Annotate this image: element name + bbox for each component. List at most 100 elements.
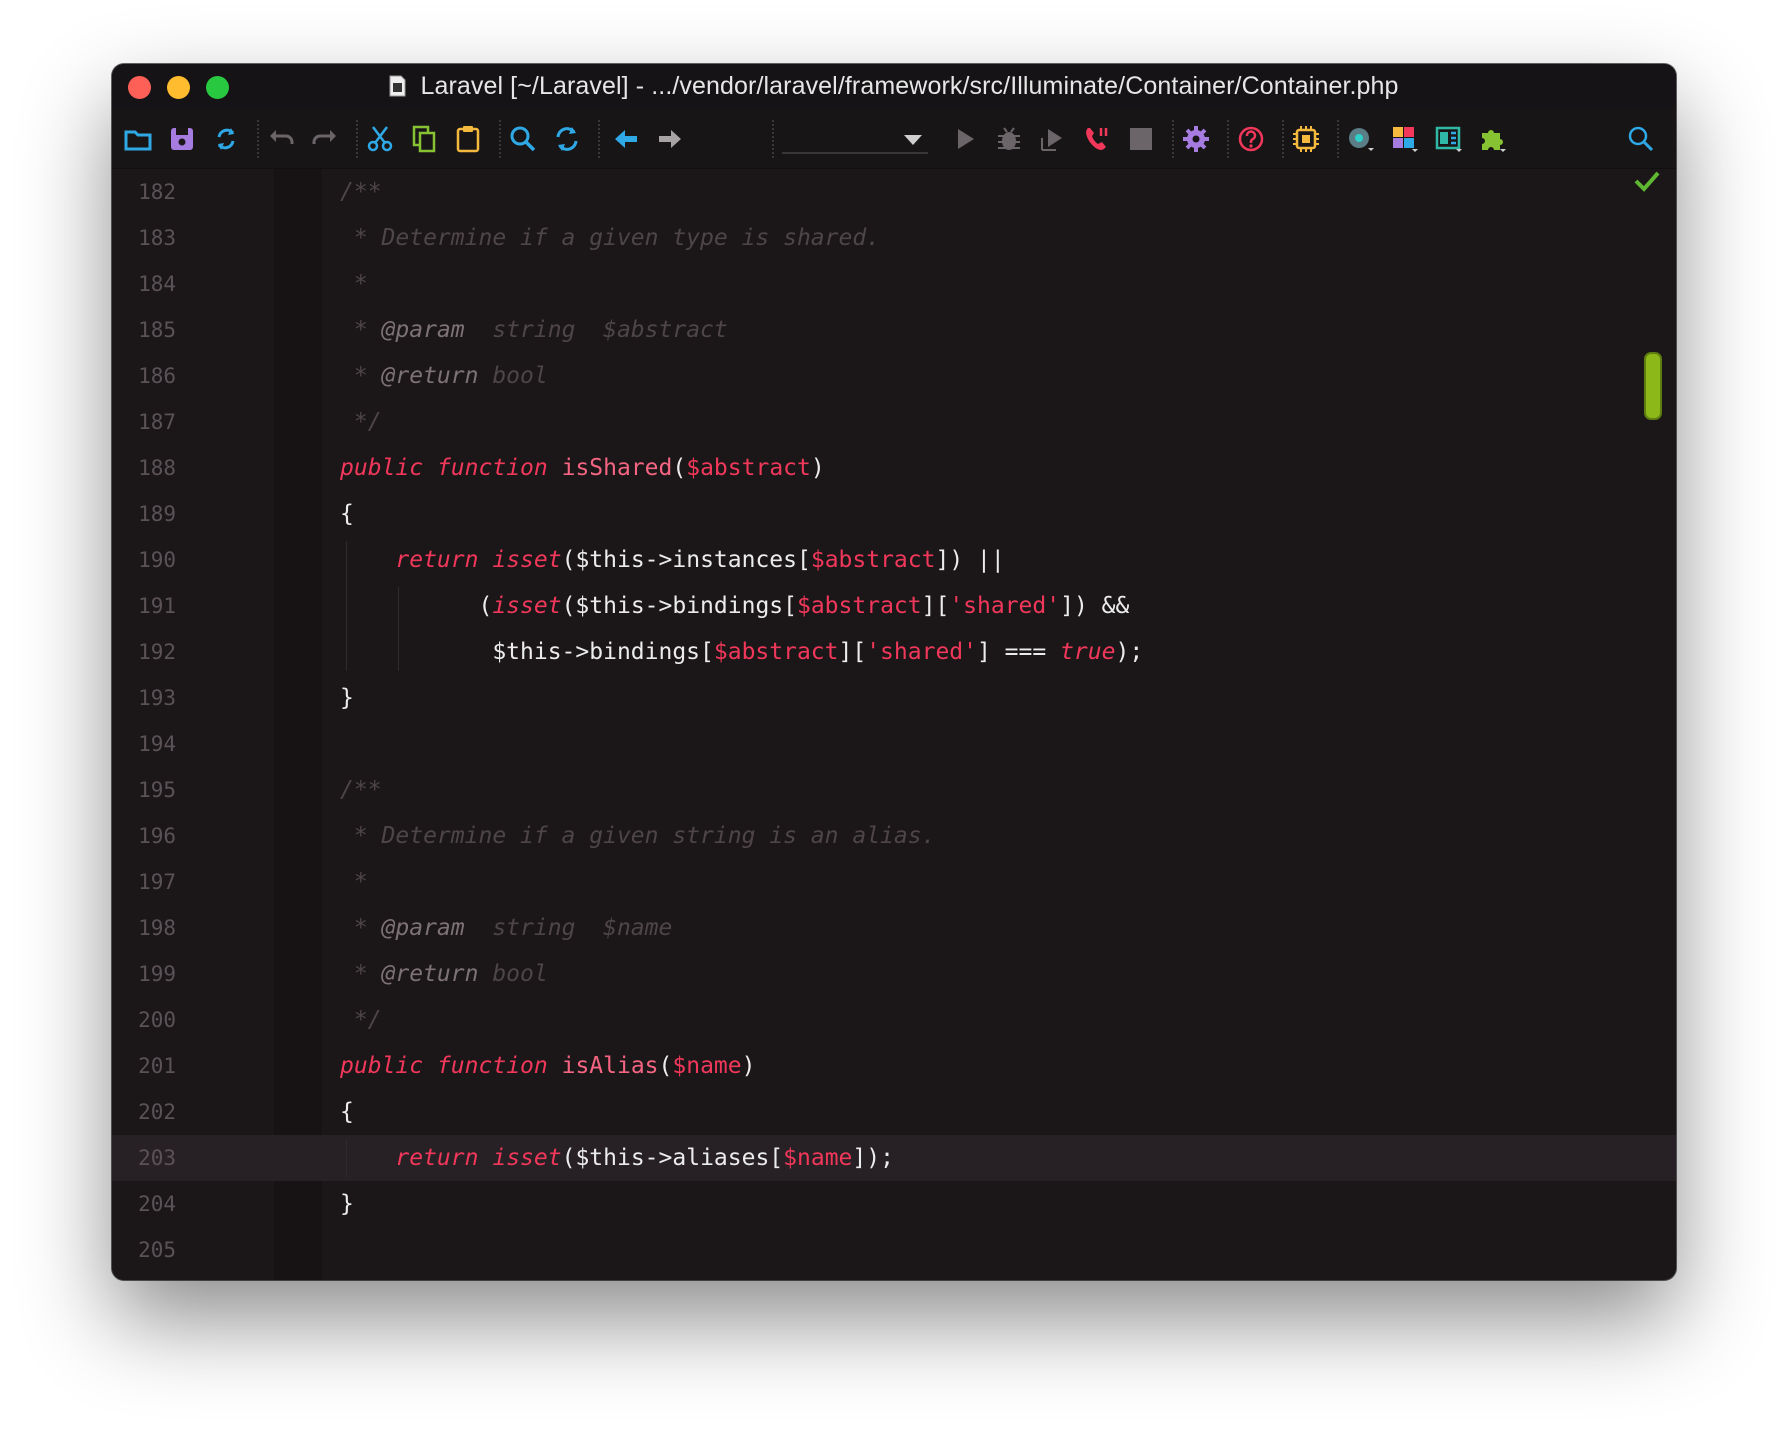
code-line[interactable]: 197 * (112, 859, 1676, 905)
run-config-select[interactable] (782, 126, 928, 154)
vcs-icon[interactable] (1344, 122, 1378, 156)
panel-icon[interactable] (1432, 122, 1466, 156)
code-line[interactable]: 196 * Determine if a given string is an … (112, 813, 1676, 859)
code-text: /** (340, 767, 382, 813)
checkmark-icon (1634, 171, 1660, 192)
code-text: * Determine if a given string is an alia… (340, 813, 936, 859)
code-line[interactable]: 194 (112, 721, 1676, 767)
line-number: 202 (138, 1100, 176, 1124)
phone-listen-icon[interactable] (1080, 122, 1114, 156)
code-line[interactable]: 205 (112, 1227, 1676, 1273)
line-number: 185 (138, 318, 176, 342)
indent-guide (346, 1139, 347, 1177)
line-number: 201 (138, 1054, 176, 1078)
save-icon[interactable] (165, 122, 199, 156)
code-line[interactable]: 187 */ (112, 399, 1676, 445)
search-icon[interactable] (506, 122, 540, 156)
stop-icon[interactable] (1124, 122, 1158, 156)
plugins-icon[interactable] (1476, 122, 1510, 156)
code-token: ) (810, 455, 825, 481)
code-line[interactable]: 182 /** (112, 169, 1676, 215)
code-token: $abstract (713, 639, 839, 665)
code-text: { (340, 491, 354, 537)
code-text: */ (340, 997, 382, 1043)
sync-icon[interactable] (209, 122, 243, 156)
code-token: } (340, 685, 354, 711)
code-token: 'shared' (949, 593, 1061, 619)
redo-icon[interactable] (308, 122, 342, 156)
code-text: public function isAlias($name) (340, 1043, 756, 1089)
code-text: * (340, 261, 368, 307)
code-line[interactable]: 193} (112, 675, 1676, 721)
help-icon[interactable] (1234, 122, 1268, 156)
code-text: * @return bool (340, 353, 548, 399)
title-bar: Laravel [~/Laravel] - .../vendor/laravel… (112, 64, 1676, 108)
cut-icon[interactable] (363, 122, 397, 156)
code-token: @return (381, 363, 479, 389)
code-line[interactable]: 186 * @return bool (112, 353, 1676, 399)
layout-icon[interactable] (1388, 122, 1422, 156)
code-token: $name (672, 1053, 742, 1079)
code-token: ( (658, 1053, 673, 1079)
code-token: ($this->instances[ (561, 547, 811, 573)
code-token: $name (783, 1145, 853, 1171)
code-token: $abstract (810, 547, 936, 573)
code-line[interactable]: 204} (112, 1181, 1676, 1227)
code-line[interactable]: 185 * @param string $abstract (112, 307, 1676, 353)
code-line[interactable]: 202 { (112, 1089, 1676, 1135)
code-token: isset (492, 1145, 562, 1171)
line-number: 182 (138, 180, 176, 204)
replace-icon[interactable] (550, 122, 584, 156)
code-line[interactable]: 201 public function isAlias($name) (112, 1043, 1676, 1089)
run-icon[interactable] (948, 122, 982, 156)
line-number: 194 (138, 732, 176, 756)
chevron-down-icon (904, 135, 922, 145)
run-to-cursor-icon[interactable] (1036, 122, 1070, 156)
window-title: Laravel [~/Laravel] - .../vendor/laravel… (420, 71, 1399, 100)
code-token: /** (340, 777, 382, 803)
code-text: (isset($this->bindings[$abstract]['share… (340, 583, 1129, 629)
line-number: 184 (138, 272, 176, 296)
code-line[interactable]: 183 * Determine if a given type is share… (112, 215, 1676, 261)
code-editor[interactable]: 182 /** 183 * Determine if a given type is… (112, 169, 1676, 1280)
code-token: $this->bindings[ (340, 639, 714, 665)
code-token: bool (478, 363, 548, 389)
line-number: 192 (138, 640, 176, 664)
code-line[interactable]: 199 * @return bool (112, 951, 1676, 997)
copy-icon[interactable] (407, 122, 441, 156)
code-line[interactable]: 198 * @param string $name (112, 905, 1676, 951)
code-token: ][ (838, 639, 867, 665)
code-line[interactable]: 189 { (112, 491, 1676, 537)
line-number: 205 (138, 1238, 176, 1262)
folder-open-icon[interactable] (121, 122, 155, 156)
line-number: 195 (138, 778, 176, 802)
code-token: /** (340, 179, 382, 205)
cpu-icon[interactable] (1289, 122, 1323, 156)
forward-icon[interactable] (653, 122, 687, 156)
code-line[interactable]: 184 * (112, 261, 1676, 307)
indent-guide (346, 541, 347, 671)
code-token: */ (340, 409, 382, 435)
code-token: true (1060, 639, 1116, 665)
debug-icon[interactable] (992, 122, 1026, 156)
code-line[interactable]: 200 */ (112, 997, 1676, 1043)
paste-icon[interactable] (451, 122, 485, 156)
code-text: } (340, 675, 354, 721)
search-everywhere-icon[interactable] (1624, 122, 1658, 156)
settings-icon[interactable] (1179, 122, 1213, 156)
code-line[interactable]: 188 public function isShared($abstract) (112, 445, 1676, 491)
indent-guide (398, 587, 399, 671)
line-number: 200 (138, 1008, 176, 1032)
code-token: return (395, 547, 479, 573)
back-icon[interactable] (609, 122, 643, 156)
code-token: function (436, 1053, 548, 1079)
code-token: isset (492, 547, 562, 573)
scroll-marker[interactable] (1644, 352, 1662, 420)
code-token: ); (1115, 639, 1144, 665)
code-line[interactable]: 195 /** (112, 767, 1676, 813)
undo-icon[interactable] (264, 122, 298, 156)
line-number: 191 (138, 594, 176, 618)
